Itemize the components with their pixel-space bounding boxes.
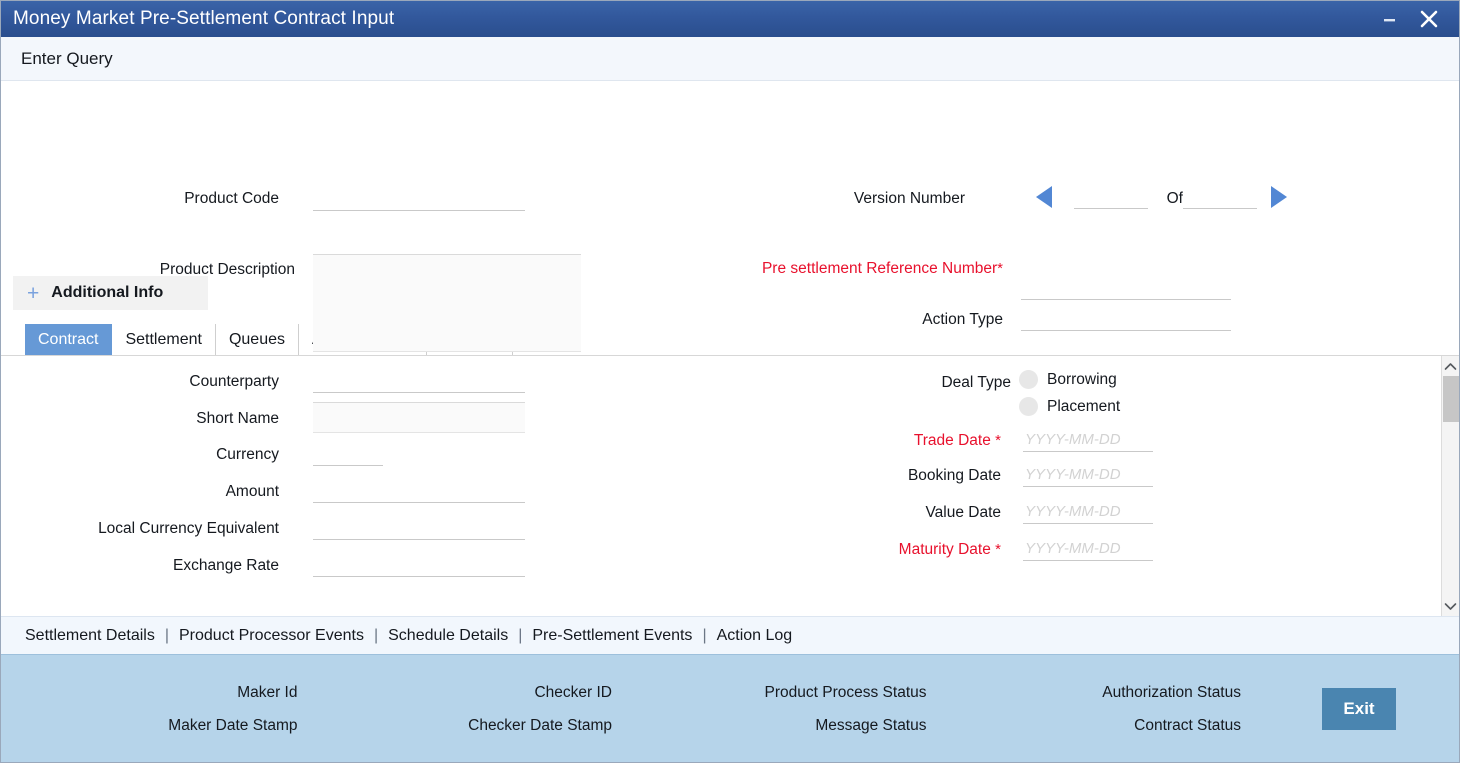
- version-number-label: Version Number: [853, 190, 965, 207]
- additional-info-accordion-label: Additional Info: [51, 284, 164, 301]
- version-current-input[interactable]: [1074, 185, 1148, 209]
- radio-borrowing-icon[interactable]: [1019, 370, 1038, 389]
- audit-footer: Maker Id Maker Date Stamp Checker ID Che…: [1, 654, 1459, 762]
- sub-screen-links-bar: Settlement Details | Product Processor E…: [1, 616, 1459, 654]
- presettlement-reference-label: Pre settlement Reference Number*: [741, 259, 1003, 278]
- maturity-date-text: Maturity Date: [898, 541, 991, 558]
- maturity-date-label: Maturity Date *: [821, 540, 1001, 559]
- local-currency-equivalent-input[interactable]: [313, 516, 525, 540]
- additional-info-accordion[interactable]: + Additional Info: [13, 276, 208, 310]
- link-settlement-details[interactable]: Settlement Details: [15, 627, 165, 645]
- scroll-down-button[interactable]: [1442, 596, 1460, 616]
- contract-form-body: Counterparty Short Name Currency Amount …: [1, 356, 1441, 616]
- application-window: Money Market Pre-Settlement Contract Inp…: [0, 0, 1460, 763]
- contract-tab-panel: Counterparty Short Name Currency Amount …: [1, 356, 1459, 616]
- contract-status-label: Contract Status: [1134, 716, 1241, 734]
- product-process-status-label: Product Process Status: [764, 683, 927, 701]
- link-schedule-details[interactable]: Schedule Details: [378, 627, 518, 645]
- enter-query-button[interactable]: Enter Query: [21, 49, 113, 69]
- footer-column-checker: Checker ID Checker Date Stamp: [316, 655, 631, 762]
- message-status-label: Message Status: [815, 716, 927, 734]
- deal-type-label: Deal Type: [941, 374, 1011, 391]
- booking-date-input[interactable]: [1023, 463, 1153, 487]
- value-date-input[interactable]: [1023, 500, 1153, 524]
- title-bar: Money Market Pre-Settlement Contract Inp…: [1, 1, 1459, 37]
- presettlement-required-star: *: [997, 260, 1003, 277]
- value-date-label: Value Date: [925, 504, 1001, 521]
- deal-type-borrowing-option[interactable]: Borrowing: [1019, 370, 1117, 389]
- checker-date-stamp-label: Checker Date Stamp: [468, 716, 612, 734]
- maker-id-label: Maker Id: [237, 683, 298, 701]
- tab-strip: Contract Settlement Queues Additional In…: [1, 324, 1459, 356]
- product-code-label: Product Code: [184, 190, 279, 207]
- scroll-up-button[interactable]: [1442, 356, 1460, 376]
- amount-label: Amount: [225, 483, 279, 500]
- scrollbar-thumb[interactable]: [1442, 376, 1459, 422]
- scroll-down-chevron-icon: [1444, 602, 1457, 610]
- scrollbar-track[interactable]: [1442, 376, 1460, 596]
- link-pre-settlement-events[interactable]: Pre-Settlement Events: [522, 627, 702, 645]
- counterparty-input[interactable]: [313, 369, 525, 393]
- presettlement-reference-input[interactable]: [1021, 276, 1231, 300]
- footer-column-status: Authorization Status Contract Status: [945, 655, 1260, 762]
- footer-exit-area: Exit: [1259, 655, 1459, 762]
- local-currency-equivalent-label: Local Currency Equivalent: [98, 520, 279, 537]
- close-button[interactable]: [1409, 2, 1449, 36]
- vertical-scrollbar[interactable]: [1441, 356, 1459, 616]
- short-name-field[interactable]: [313, 402, 525, 433]
- plus-icon: +: [27, 281, 40, 305]
- product-description-label: Product Description: [159, 261, 295, 278]
- window-title: Money Market Pre-Settlement Contract Inp…: [13, 8, 395, 29]
- next-version-arrow-icon[interactable]: [1271, 186, 1287, 208]
- minimize-icon: [1383, 18, 1395, 21]
- deal-type-placement-label: Placement: [1047, 397, 1121, 415]
- trade-date-input[interactable]: [1023, 428, 1153, 452]
- exchange-rate-input[interactable]: [313, 553, 525, 577]
- maturity-date-required-star: *: [995, 541, 1001, 558]
- footer-column-process: Product Process Status Message Status: [630, 655, 945, 762]
- deal-type-placement-option[interactable]: Placement: [1019, 397, 1120, 416]
- tab-queues[interactable]: Queues: [216, 324, 299, 355]
- checker-id-label: Checker ID: [534, 683, 612, 701]
- currency-input[interactable]: [313, 442, 383, 466]
- link-action-log[interactable]: Action Log: [707, 627, 803, 645]
- minimize-button[interactable]: [1369, 2, 1409, 36]
- toolbar: Enter Query: [1, 37, 1459, 81]
- header-form: Product Code Product Description Version…: [1, 81, 1459, 352]
- trade-date-required-star: *: [995, 432, 1001, 449]
- footer-column-maker: Maker Id Maker Date Stamp: [1, 655, 316, 762]
- previous-version-arrow-icon[interactable]: [1036, 186, 1052, 208]
- authorization-status-label: Authorization Status: [1102, 683, 1241, 701]
- close-icon: [1420, 10, 1438, 28]
- version-total-input[interactable]: [1183, 185, 1257, 209]
- presettlement-reference-text: Pre settlement Reference Number: [761, 260, 998, 277]
- booking-date-label: Booking Date: [907, 467, 1001, 484]
- scroll-up-chevron-icon: [1444, 362, 1457, 370]
- version-of-label: Of: [1166, 190, 1183, 207]
- product-description-field[interactable]: [313, 254, 581, 352]
- counterparty-label: Counterparty: [189, 373, 279, 390]
- deal-type-borrowing-label: Borrowing: [1047, 370, 1117, 388]
- tab-settlement[interactable]: Settlement: [112, 324, 216, 355]
- radio-placement-icon[interactable]: [1019, 397, 1038, 416]
- exchange-rate-label: Exchange Rate: [173, 557, 279, 574]
- maturity-date-input[interactable]: [1023, 537, 1153, 561]
- short-name-label: Short Name: [196, 410, 279, 427]
- action-type-label: Action Type: [922, 311, 1003, 328]
- tab-contract[interactable]: Contract: [25, 324, 113, 355]
- link-product-processor-events[interactable]: Product Processor Events: [169, 627, 374, 645]
- trade-date-label: Trade Date *: [841, 431, 1001, 450]
- amount-input[interactable]: [313, 479, 525, 503]
- product-code-input[interactable]: [313, 187, 525, 211]
- exit-button[interactable]: Exit: [1322, 687, 1396, 730]
- maker-date-stamp-label: Maker Date Stamp: [168, 716, 298, 734]
- trade-date-text: Trade Date: [913, 432, 991, 449]
- currency-label: Currency: [216, 446, 279, 463]
- action-type-input[interactable]: [1021, 307, 1231, 331]
